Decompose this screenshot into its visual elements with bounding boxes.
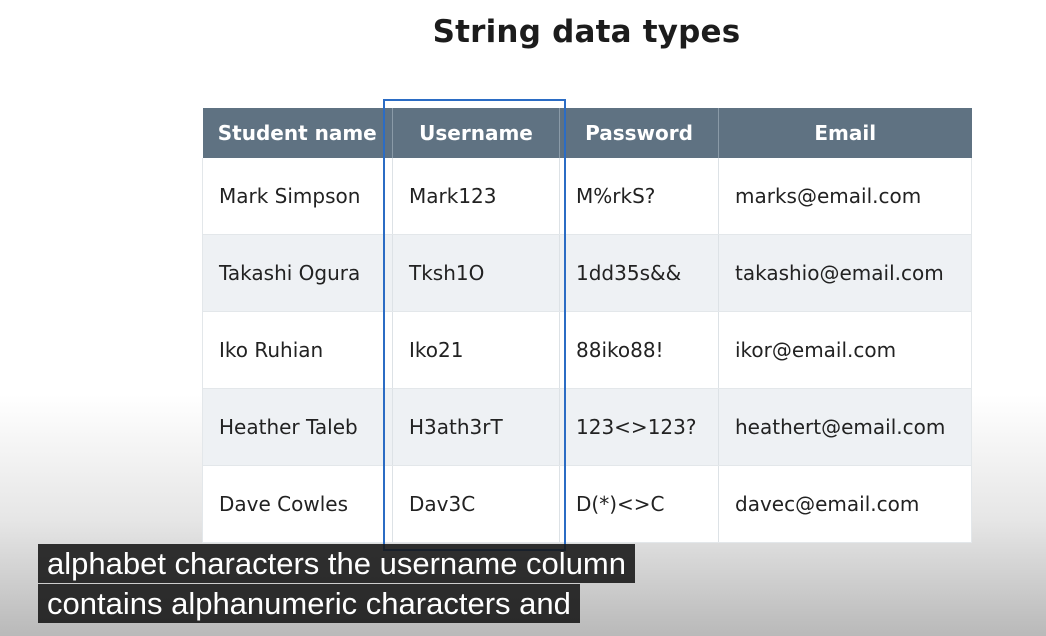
- header-student-name: Student name: [202, 108, 393, 158]
- header-email: Email: [718, 108, 972, 158]
- cell-student-name: Mark Simpson: [202, 158, 393, 235]
- cell-email: heathert@email.com: [718, 388, 972, 466]
- cell-password: D(*)<>C: [559, 465, 719, 543]
- string-data-table: Student name Username Password Email Mar…: [202, 108, 972, 543]
- cell-student-name: Iko Ruhian: [202, 311, 393, 389]
- cell-student-name: Takashi Ogura: [202, 234, 393, 312]
- cell-email: ikor@email.com: [718, 311, 972, 389]
- table-row: Dave Cowles Dav3C D(*)<>C davec@email.co…: [202, 465, 972, 543]
- table-row: Heather Taleb H3ath3rT 123<>123? heather…: [202, 388, 972, 466]
- caption-line-2: contains alphanumeric characters and: [38, 584, 580, 623]
- cell-password: 123<>123?: [559, 388, 719, 466]
- slide-title: String data types: [432, 14, 741, 50]
- cell-email: marks@email.com: [718, 158, 972, 235]
- cell-student-name: Heather Taleb: [202, 388, 393, 466]
- table-header-row: Student name Username Password Email: [202, 108, 972, 158]
- cell-email: takashio@email.com: [718, 234, 972, 312]
- cell-student-name: Dave Cowles: [202, 465, 393, 543]
- caption-line-1: alphabet characters the username column: [38, 544, 635, 583]
- cell-password: M%rkS?: [559, 158, 719, 235]
- table-row: Iko Ruhian Iko21 88iko88! ikor@email.com: [202, 311, 972, 389]
- cell-username: Dav3C: [392, 465, 560, 543]
- table-row: Mark Simpson Mark123 M%rkS? marks@email.…: [202, 158, 972, 235]
- video-captions: alphabet characters the username column …: [38, 544, 635, 623]
- cell-username: Iko21: [392, 311, 560, 389]
- cell-username: H3ath3rT: [392, 388, 560, 466]
- cell-email: davec@email.com: [718, 465, 972, 543]
- header-username: Username: [392, 108, 560, 158]
- table-row: Takashi Ogura Tksh1O 1dd35s&& takashio@e…: [202, 234, 972, 312]
- cell-username: Tksh1O: [392, 234, 560, 312]
- cell-password: 1dd35s&&: [559, 234, 719, 312]
- header-password: Password: [559, 108, 719, 158]
- cell-password: 88iko88!: [559, 311, 719, 389]
- cell-username: Mark123: [392, 158, 560, 235]
